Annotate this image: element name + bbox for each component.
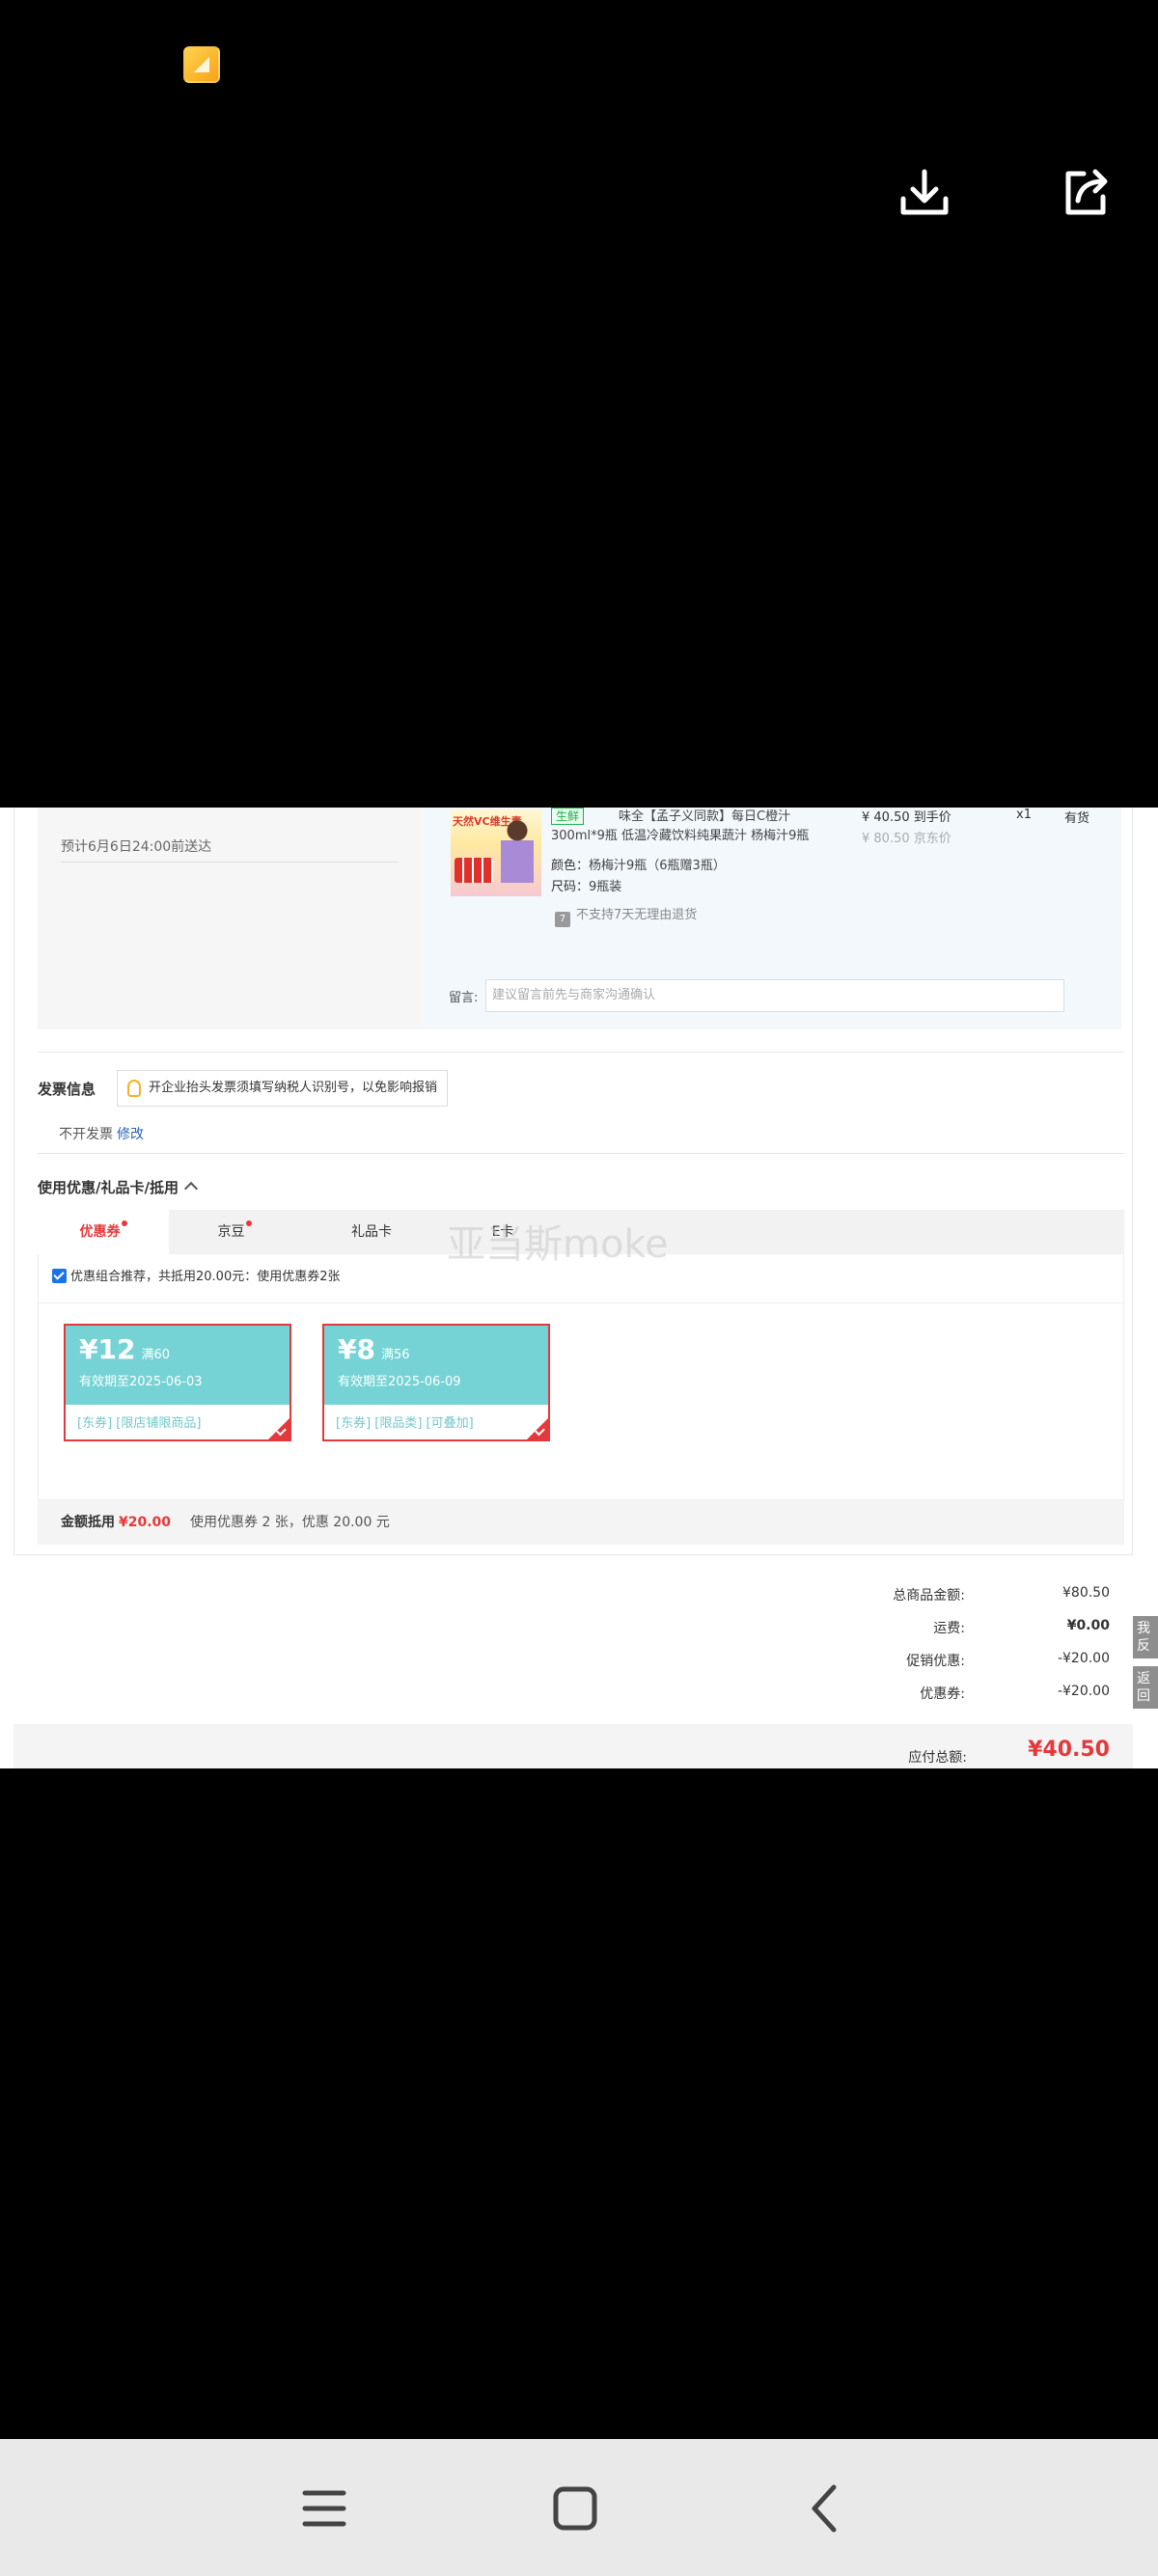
order-page: 预计6月6日24:00前送达 天然VC维生素 生鲜 味全【孟子义同款】每日C橙汁…: [0, 808, 1158, 1768]
invoice-title: 发票信息: [38, 1081, 96, 1098]
invoice-edit-link[interactable]: 修改: [117, 1127, 144, 1142]
coupon-top: ¥8 满56 有效期至2025-06-09: [324, 1326, 548, 1405]
coupon-expiry: 有效期至2025-06-09: [338, 1375, 461, 1389]
notification-dot: [121, 1220, 127, 1226]
home-icon: [553, 2486, 597, 2531]
feedback-side-tab[interactable]: 我反: [1133, 1616, 1158, 1658]
coupon-area: 优惠组合推荐，共抵用20.00元：使用优惠券2张 ¥12 满60 有效期至2025…: [38, 1254, 1124, 1500]
recommend-text: 优惠组合推荐，共抵用20.00元：使用优惠券2张: [70, 1270, 341, 1284]
divider: [38, 1052, 1124, 1053]
product-image[interactable]: 天然VC维生素: [451, 809, 541, 896]
lightbulb-icon: [127, 1080, 141, 1097]
price-column: ¥ 40.50 到手价 ¥ 80.50 京东价: [862, 808, 951, 850]
back-to-top-side-tab[interactable]: 返回: [1133, 1666, 1158, 1709]
recommend-checkbox[interactable]: [52, 1269, 67, 1283]
product-title-line1: 味全【孟子义同款】每日C橙汁: [619, 809, 791, 824]
bottles-graphic: [455, 858, 493, 883]
shipping-box: 预计6月6日24:00前送达: [38, 808, 424, 1029]
coupon-tags: [东券] [限品类] [可叠加]: [336, 1416, 474, 1431]
home-button[interactable]: [546, 2480, 604, 2537]
tab-coupon[interactable]: 优惠券: [38, 1210, 169, 1254]
invoice-status: 不开发票 修改: [59, 1124, 144, 1143]
back-icon: [812, 2484, 837, 2533]
summary-value: ¥0.00: [1066, 1618, 1110, 1633]
summary-value: -¥20.00: [1057, 1651, 1110, 1666]
download-icon: [900, 169, 949, 215]
product-title-line2: 300ml*9瓶 低温冷藏饮料纯果蔬汁 杨梅汁9瓶: [551, 829, 810, 843]
color-value: 杨梅汁9瓶（6瓶赠3瓶）: [589, 859, 726, 873]
coupon-amount: ¥8: [338, 1333, 375, 1365]
deduct-bar: 金额抵用 ¥20.00 使用优惠券 2 张，优惠 20.00 元: [38, 1500, 1124, 1545]
tab-e-card[interactable]: E卡: [437, 1210, 568, 1254]
discount-title: 使用优惠/礼品卡/抵用: [38, 1179, 179, 1196]
summary-label: 促销优惠:: [906, 1654, 965, 1669]
invoice-tip: 开企业抬头发票须填写纳税人识别号，以免影响报销: [117, 1070, 449, 1107]
system-nav-bar: [0, 2439, 1158, 2576]
original-price: ¥ 80.50 京东价: [862, 832, 951, 846]
fresh-tag: 生鲜: [551, 808, 585, 825]
size-label: 尺码：: [551, 880, 590, 894]
menu-icon: [302, 2490, 346, 2527]
model-graphic: [501, 819, 534, 883]
coupon-card[interactable]: ¥12 满60 有效期至2025-06-03 [东券] [限店铺限商品]: [64, 1324, 291, 1441]
tab-label: 优惠券: [79, 1224, 121, 1240]
no-return-text: 不支持7天无理由退货: [576, 908, 698, 922]
no-return-notice: 7 不支持7天无理由退货: [555, 904, 697, 927]
product-spec: 颜色：杨梅汁9瓶（6瓶赠3瓶） 尺码：9瓶装: [551, 856, 726, 898]
tab-label: 礼品卡: [351, 1224, 392, 1240]
final-price: ¥ 40.50 到手价: [862, 810, 951, 825]
coupon-tags: [东券] [限店铺限商品]: [77, 1416, 202, 1431]
invoice-tip-text: 开企业抬头发票须填写纳税人识别号，以免影响报销: [149, 1081, 438, 1095]
coupon-condition: 满60: [141, 1348, 170, 1362]
total-label: 应付总额:: [908, 1750, 967, 1766]
tab-label: E卡: [491, 1224, 514, 1240]
notification-dot: [245, 1220, 252, 1226]
tab-label: 京豆: [217, 1224, 245, 1240]
summary-value: -¥20.00: [1057, 1684, 1110, 1699]
discount-section-toggle[interactable]: 使用优惠/礼品卡/抵用: [38, 1177, 199, 1197]
tab-jingdou[interactable]: 京豆: [169, 1210, 300, 1254]
invoice-status-text: 不开发票: [59, 1127, 113, 1142]
deduct-amount: ¥20.00: [119, 1515, 172, 1530]
menu-button[interactable]: [295, 2480, 353, 2537]
total-bar: 应付总额: ¥40.50: [14, 1724, 1133, 1768]
download-button[interactable]: [896, 164, 953, 222]
deduct-label: 金额抵用: [61, 1515, 115, 1530]
deduct-description: 使用优惠券 2 张，优惠 20.00 元: [190, 1515, 390, 1530]
product-title[interactable]: 味全【孟子义同款】每日C橙汁 300ml*9瓶 低温冷藏饮料纯果蔬汁 杨梅汁9瓶: [551, 809, 841, 846]
chevron-up-icon: [183, 1181, 199, 1196]
discount-tabs: 优惠券 京豆 礼品卡 E卡: [38, 1210, 1124, 1254]
divider: [39, 1302, 1123, 1303]
summary-label: 运费:: [933, 1621, 965, 1636]
coupon-top: ¥12 满60 有效期至2025-06-03: [66, 1326, 290, 1405]
coupon-amount-line: ¥8 满56: [338, 1333, 535, 1372]
no-return-icon: 7: [555, 912, 570, 927]
order-panel: 预计6月6日24:00前送达 天然VC维生素 生鲜 味全【孟子义同款】每日C橙汁…: [14, 808, 1133, 1555]
share-button[interactable]: [1057, 164, 1115, 222]
remark-input[interactable]: 建议留言前先与商家沟通确认: [485, 979, 1064, 1012]
summary-label: 优惠券:: [920, 1686, 965, 1702]
stock-status: 有货: [1064, 811, 1090, 826]
divider: [61, 862, 399, 863]
summary-value: ¥80.50: [1062, 1585, 1110, 1601]
coupon-card[interactable]: ¥8 满56 有效期至2025-06-09 [东券] [限品类] [可叠加]: [322, 1324, 550, 1441]
divider: [38, 1153, 1124, 1154]
size-value: 9瓶装: [589, 880, 622, 894]
summary-label: 总商品金额:: [893, 1588, 965, 1603]
coupon-amount: ¥12: [79, 1333, 136, 1365]
delivery-eta: 预计6月6日24:00前送达: [61, 839, 212, 855]
tab-gift-card[interactable]: 礼品卡: [306, 1210, 437, 1254]
share-icon: [1065, 169, 1108, 215]
recommend-combo[interactable]: 优惠组合推荐，共抵用20.00元：使用优惠券2张: [52, 1266, 341, 1284]
coupon-condition: 满56: [380, 1348, 410, 1362]
coupon-amount-line: ¥12 满60: [79, 1333, 276, 1372]
quantity: x1: [1016, 808, 1032, 822]
color-label: 颜色：: [551, 859, 590, 873]
coupon-expiry: 有效期至2025-06-03: [79, 1375, 203, 1389]
back-button[interactable]: [797, 2480, 855, 2537]
total-value: ¥40.50: [1028, 1738, 1110, 1762]
remark-label: 留言:: [449, 991, 479, 1005]
product-box: 天然VC维生素 生鲜 味全【孟子义同款】每日C橙汁 300ml*9瓶 低温冷藏饮…: [424, 808, 1121, 1029]
image-thumbnail-icon[interactable]: [183, 46, 220, 83]
